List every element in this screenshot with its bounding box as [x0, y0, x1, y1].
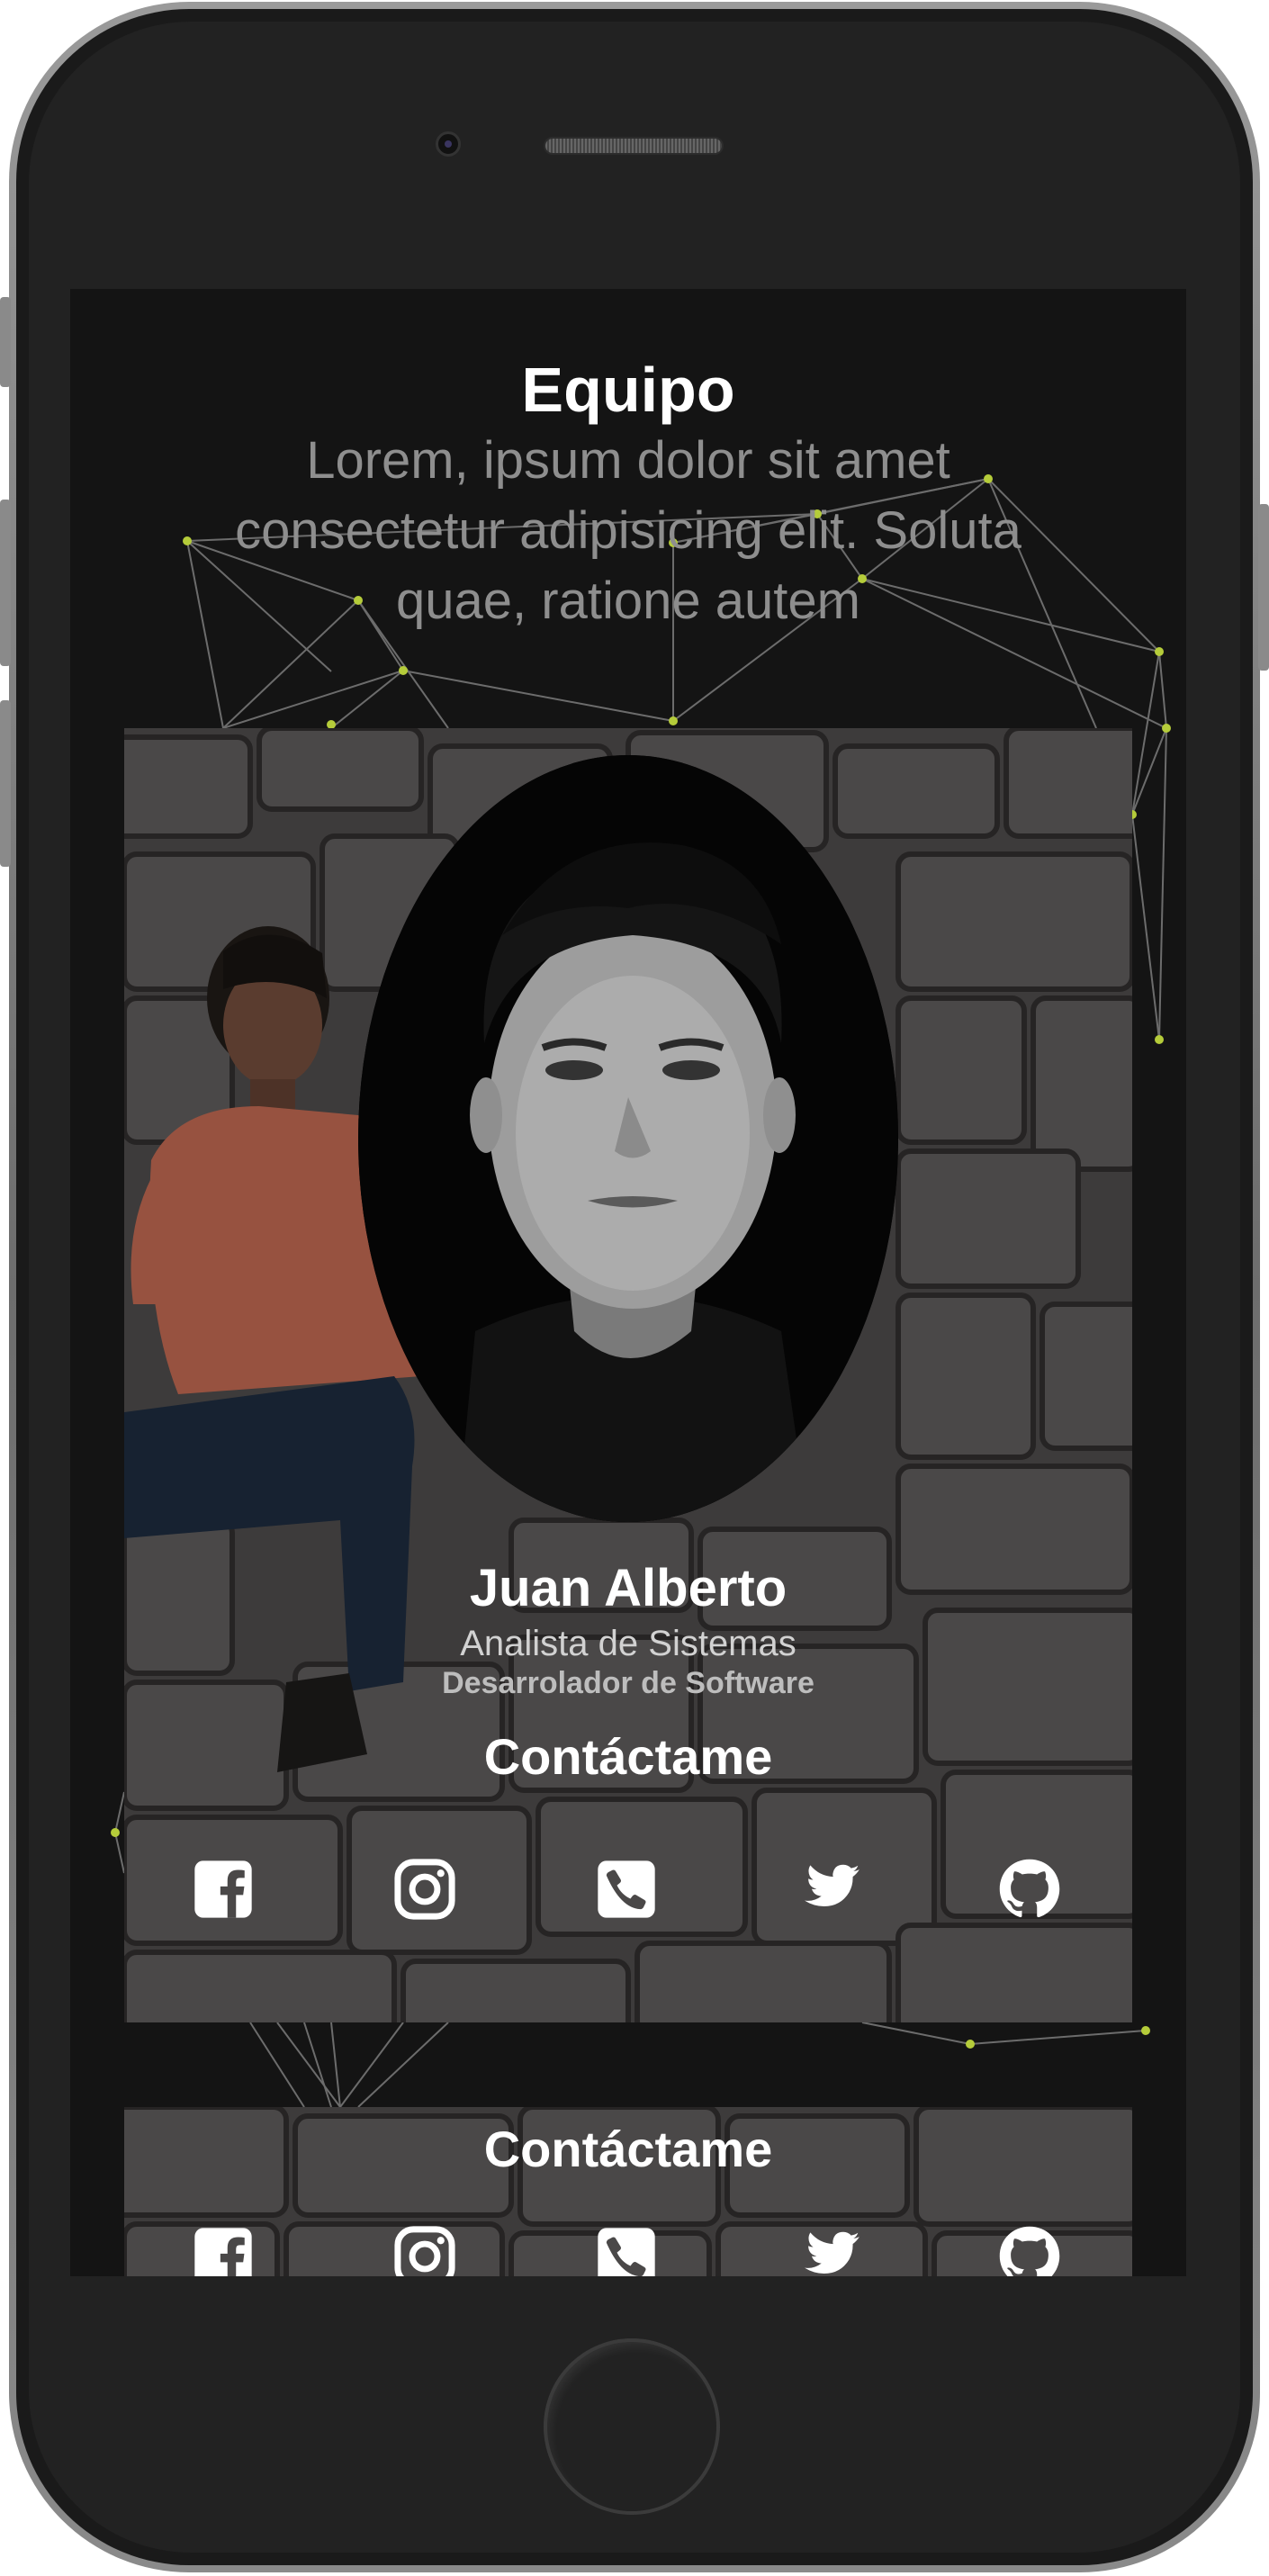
front-camera [436, 131, 461, 157]
instagram-icon[interactable] [391, 1855, 459, 1923]
volume-down-button [0, 700, 11, 867]
facebook-icon[interactable] [189, 2222, 257, 2276]
phone-icon[interactable] [592, 1855, 661, 1923]
member-specialty: Desarrolador de Software [442, 1666, 814, 1700]
phone-screen: Equipo Lorem, ipsum dolor sit amet conse… [70, 289, 1186, 2276]
social-links [124, 1855, 1132, 1927]
social-links [124, 2222, 1132, 2276]
member-role: Analista de Sistemas [460, 1624, 796, 1663]
power-button [1258, 504, 1269, 671]
team-member-card: Juan Alberto Analista de Sistemas Desarr… [124, 728, 1132, 2022]
team-member-card-2: Contáctame [124, 2107, 1132, 2276]
phone-icon[interactable] [592, 2222, 661, 2276]
section-title: Equipo [521, 355, 735, 425]
earpiece-speaker [544, 137, 724, 155]
facebook-icon[interactable] [189, 1855, 257, 1923]
contact-title: Contáctame [483, 1728, 773, 1785]
twitter-icon[interactable] [794, 1855, 862, 1923]
github-icon[interactable] [995, 1855, 1064, 1923]
section-subtitle: Lorem, ipsum dolor sit amet consectetur … [235, 431, 1022, 630]
contact-title: Contáctame [483, 2121, 773, 2177]
mute-switch [0, 297, 11, 387]
volume-up-button [0, 500, 11, 666]
member-name: Juan Alberto [469, 1559, 788, 1617]
instagram-icon[interactable] [391, 2222, 459, 2276]
member-avatar [358, 755, 898, 1522]
team-section-header: Equipo Lorem, ipsum dolor sit amet conse… [70, 354, 1186, 636]
member-portrait [358, 755, 898, 1522]
home-button[interactable] [544, 2338, 720, 2515]
github-icon[interactable] [995, 2222, 1064, 2276]
twitter-icon[interactable] [794, 2222, 862, 2276]
